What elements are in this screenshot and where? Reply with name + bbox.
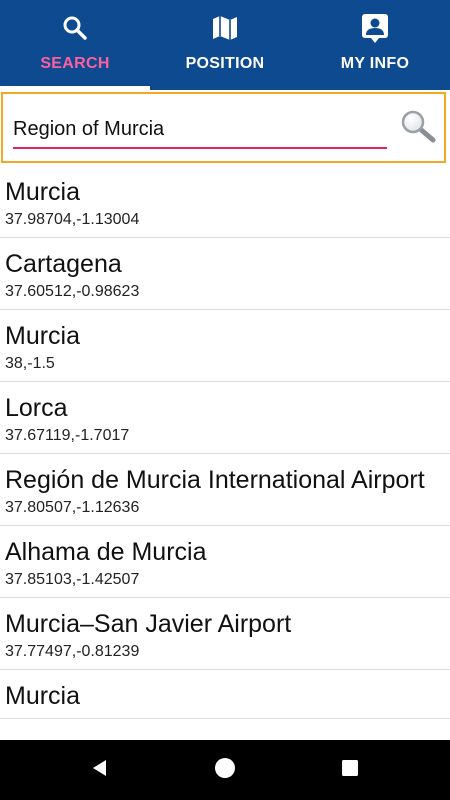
active-tab-indicator <box>0 86 150 90</box>
map-icon <box>210 13 240 43</box>
place-coordinates: 38,-1.5 <box>5 355 55 372</box>
place-name: Murcia <box>5 178 81 206</box>
recents-button[interactable] <box>320 740 380 800</box>
home-circle-icon <box>214 757 236 784</box>
place-name: Murcia–San Javier Airport <box>5 610 292 638</box>
place-name: Alhama de Murcia <box>5 538 207 566</box>
place-name: Murcia <box>5 322 81 350</box>
place-name: Murcia <box>5 682 81 710</box>
place-coordinates: 37.77497,-0.81239 <box>5 643 140 660</box>
tab-search[interactable]: SEARCH <box>0 0 150 90</box>
list-item[interactable]: Lorca 37.67119,-1.7017 <box>0 382 450 454</box>
search-box <box>1 92 446 163</box>
place-name: Región de Murcia International Airport <box>5 466 425 494</box>
place-coordinates: 37.67119,-1.7017 <box>5 427 130 444</box>
search-button[interactable] <box>399 110 439 144</box>
magnifier-icon <box>399 110 439 148</box>
top-tab-bar: SEARCH POSITION MY INFO <box>0 0 450 90</box>
recents-square-icon <box>340 758 360 783</box>
search-input[interactable] <box>13 111 387 149</box>
home-button[interactable] <box>195 740 255 800</box>
place-coordinates: 37.98704,-1.13004 <box>5 211 140 228</box>
place-coordinates: 37.85103,-1.42507 <box>5 571 140 588</box>
list-item[interactable]: Alhama de Murcia 37.85103,-1.42507 <box>0 526 450 598</box>
back-triangle-icon <box>90 758 110 783</box>
tab-my-info[interactable]: MY INFO <box>300 0 450 90</box>
place-coordinates: 37.60512,-0.98623 <box>5 283 140 300</box>
system-nav-bar <box>0 740 450 800</box>
tab-my-info-label: MY INFO <box>340 55 410 72</box>
tab-search-label: SEARCH <box>40 55 110 72</box>
place-coordinates: 37.80507,-1.12636 <box>5 499 140 516</box>
tab-position[interactable]: POSITION <box>150 0 300 90</box>
list-item[interactable]: Murcia–San Javier Airport 37.77497,-0.812… <box>0 598 450 670</box>
list-item[interactable]: Murcia <box>0 670 450 719</box>
back-button[interactable] <box>70 740 130 800</box>
contact-icon <box>360 13 390 43</box>
tab-position-label: POSITION <box>185 55 265 72</box>
place-name: Lorca <box>5 394 68 422</box>
list-item[interactable]: Región de Murcia International Airport 37… <box>0 454 450 526</box>
list-item[interactable]: Cartagena 37.60512,-0.98623 <box>0 238 450 310</box>
results-list: Murcia 37.98704,-1.13004 Cartagena 37.60512… <box>0 166 450 740</box>
search-icon <box>60 13 90 43</box>
list-item[interactable]: Murcia 37.98704,-1.13004 <box>0 166 450 238</box>
place-name: Cartagena <box>5 250 122 278</box>
list-item[interactable]: Murcia 38,-1.5 <box>0 310 450 382</box>
